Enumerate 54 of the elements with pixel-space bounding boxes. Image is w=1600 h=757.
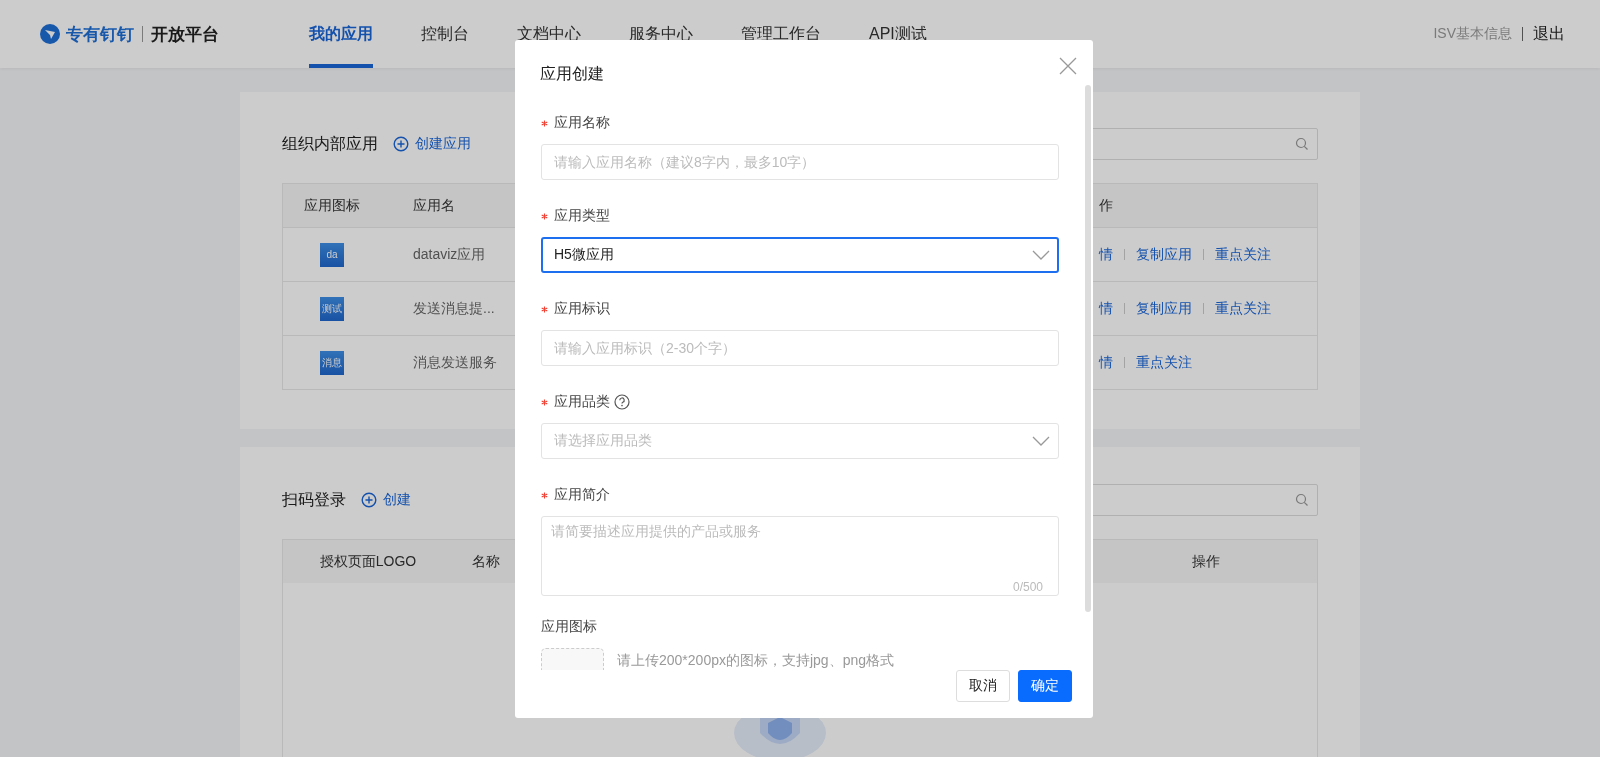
- app-icon: 消息: [320, 350, 344, 375]
- action-link[interactable]: 重点关注: [1215, 299, 1271, 318]
- text-field[interactable]: 请输入应用名称（建议8字内，最多10字）: [541, 144, 1059, 180]
- section-title: 扫码登录: [282, 489, 346, 510]
- logo-icon: [40, 24, 60, 44]
- search-icon: [1295, 137, 1309, 151]
- section-title: 组织内部应用: [282, 133, 378, 154]
- logo-text: 专有钉钉: [66, 23, 134, 46]
- info-link[interactable]: ISV基本信息: [1433, 25, 1512, 43]
- column-header: 操作: [1192, 552, 1220, 569]
- plus-circle-icon: [361, 492, 377, 508]
- app-icon: 测试: [320, 296, 344, 321]
- table-cell: 发送消息提...: [413, 299, 495, 316]
- logout-link[interactable]: 退出: [1533, 23, 1565, 45]
- product-name: 开放平台: [151, 23, 219, 46]
- column-header: 应用名: [413, 196, 455, 213]
- table-cell: dataviz应用: [413, 245, 486, 262]
- table-cell: 消息发送服务: [413, 353, 497, 370]
- nav-tab[interactable]: 控制台: [421, 0, 469, 68]
- action-link[interactable]: 情: [1099, 353, 1113, 372]
- app-icon: da: [320, 242, 344, 267]
- nav-tab[interactable]: 我的应用: [309, 0, 373, 68]
- create-link[interactable]: 创建应用: [393, 135, 471, 153]
- column-header: 授权页面LOGO: [319, 552, 417, 571]
- column-header: 作: [1099, 196, 1113, 213]
- action-link[interactable]: 复制应用: [1136, 245, 1192, 264]
- search-icon: [1295, 493, 1309, 507]
- dialog-title: 应用创建: [540, 65, 604, 82]
- help-icon[interactable]: [614, 394, 630, 410]
- column-header: 应用图标: [304, 196, 360, 215]
- dropdown[interactable]: H5微应用: [541, 237, 1059, 273]
- field-label: 应用名称: [554, 114, 610, 132]
- chevron-down-icon: [1032, 436, 1050, 446]
- field-label: 应用图标: [541, 618, 597, 636]
- char-counter: 0/500: [1012, 580, 1043, 594]
- action-link[interactable]: 重点关注: [1215, 245, 1271, 264]
- close-button[interactable]: [1059, 57, 1077, 75]
- create-link[interactable]: 创建: [361, 491, 411, 509]
- field-label: 应用品类: [554, 393, 610, 411]
- field-label: 应用类型: [554, 207, 610, 225]
- confirm-button[interactable]: 确定: [1018, 670, 1072, 702]
- action-link[interactable]: 重点关注: [1136, 353, 1192, 372]
- field-label: 应用标识: [554, 300, 610, 318]
- field-label: 应用简介: [554, 486, 610, 504]
- plus-circle-icon: [393, 136, 409, 152]
- column-header: 名称: [472, 552, 500, 569]
- text-field[interactable]: 请输入应用标识（2-30个字）: [541, 330, 1059, 366]
- upload-hint: 请上传200*200px的图标，支持jpg、png格式: [617, 651, 894, 668]
- action-link[interactable]: 复制应用: [1136, 299, 1192, 318]
- chevron-down-icon: [1032, 250, 1050, 260]
- action-link[interactable]: 情: [1099, 245, 1113, 264]
- close-icon: [1059, 57, 1077, 75]
- cancel-button[interactable]: 取消: [956, 670, 1010, 702]
- action-link[interactable]: 情: [1099, 299, 1113, 318]
